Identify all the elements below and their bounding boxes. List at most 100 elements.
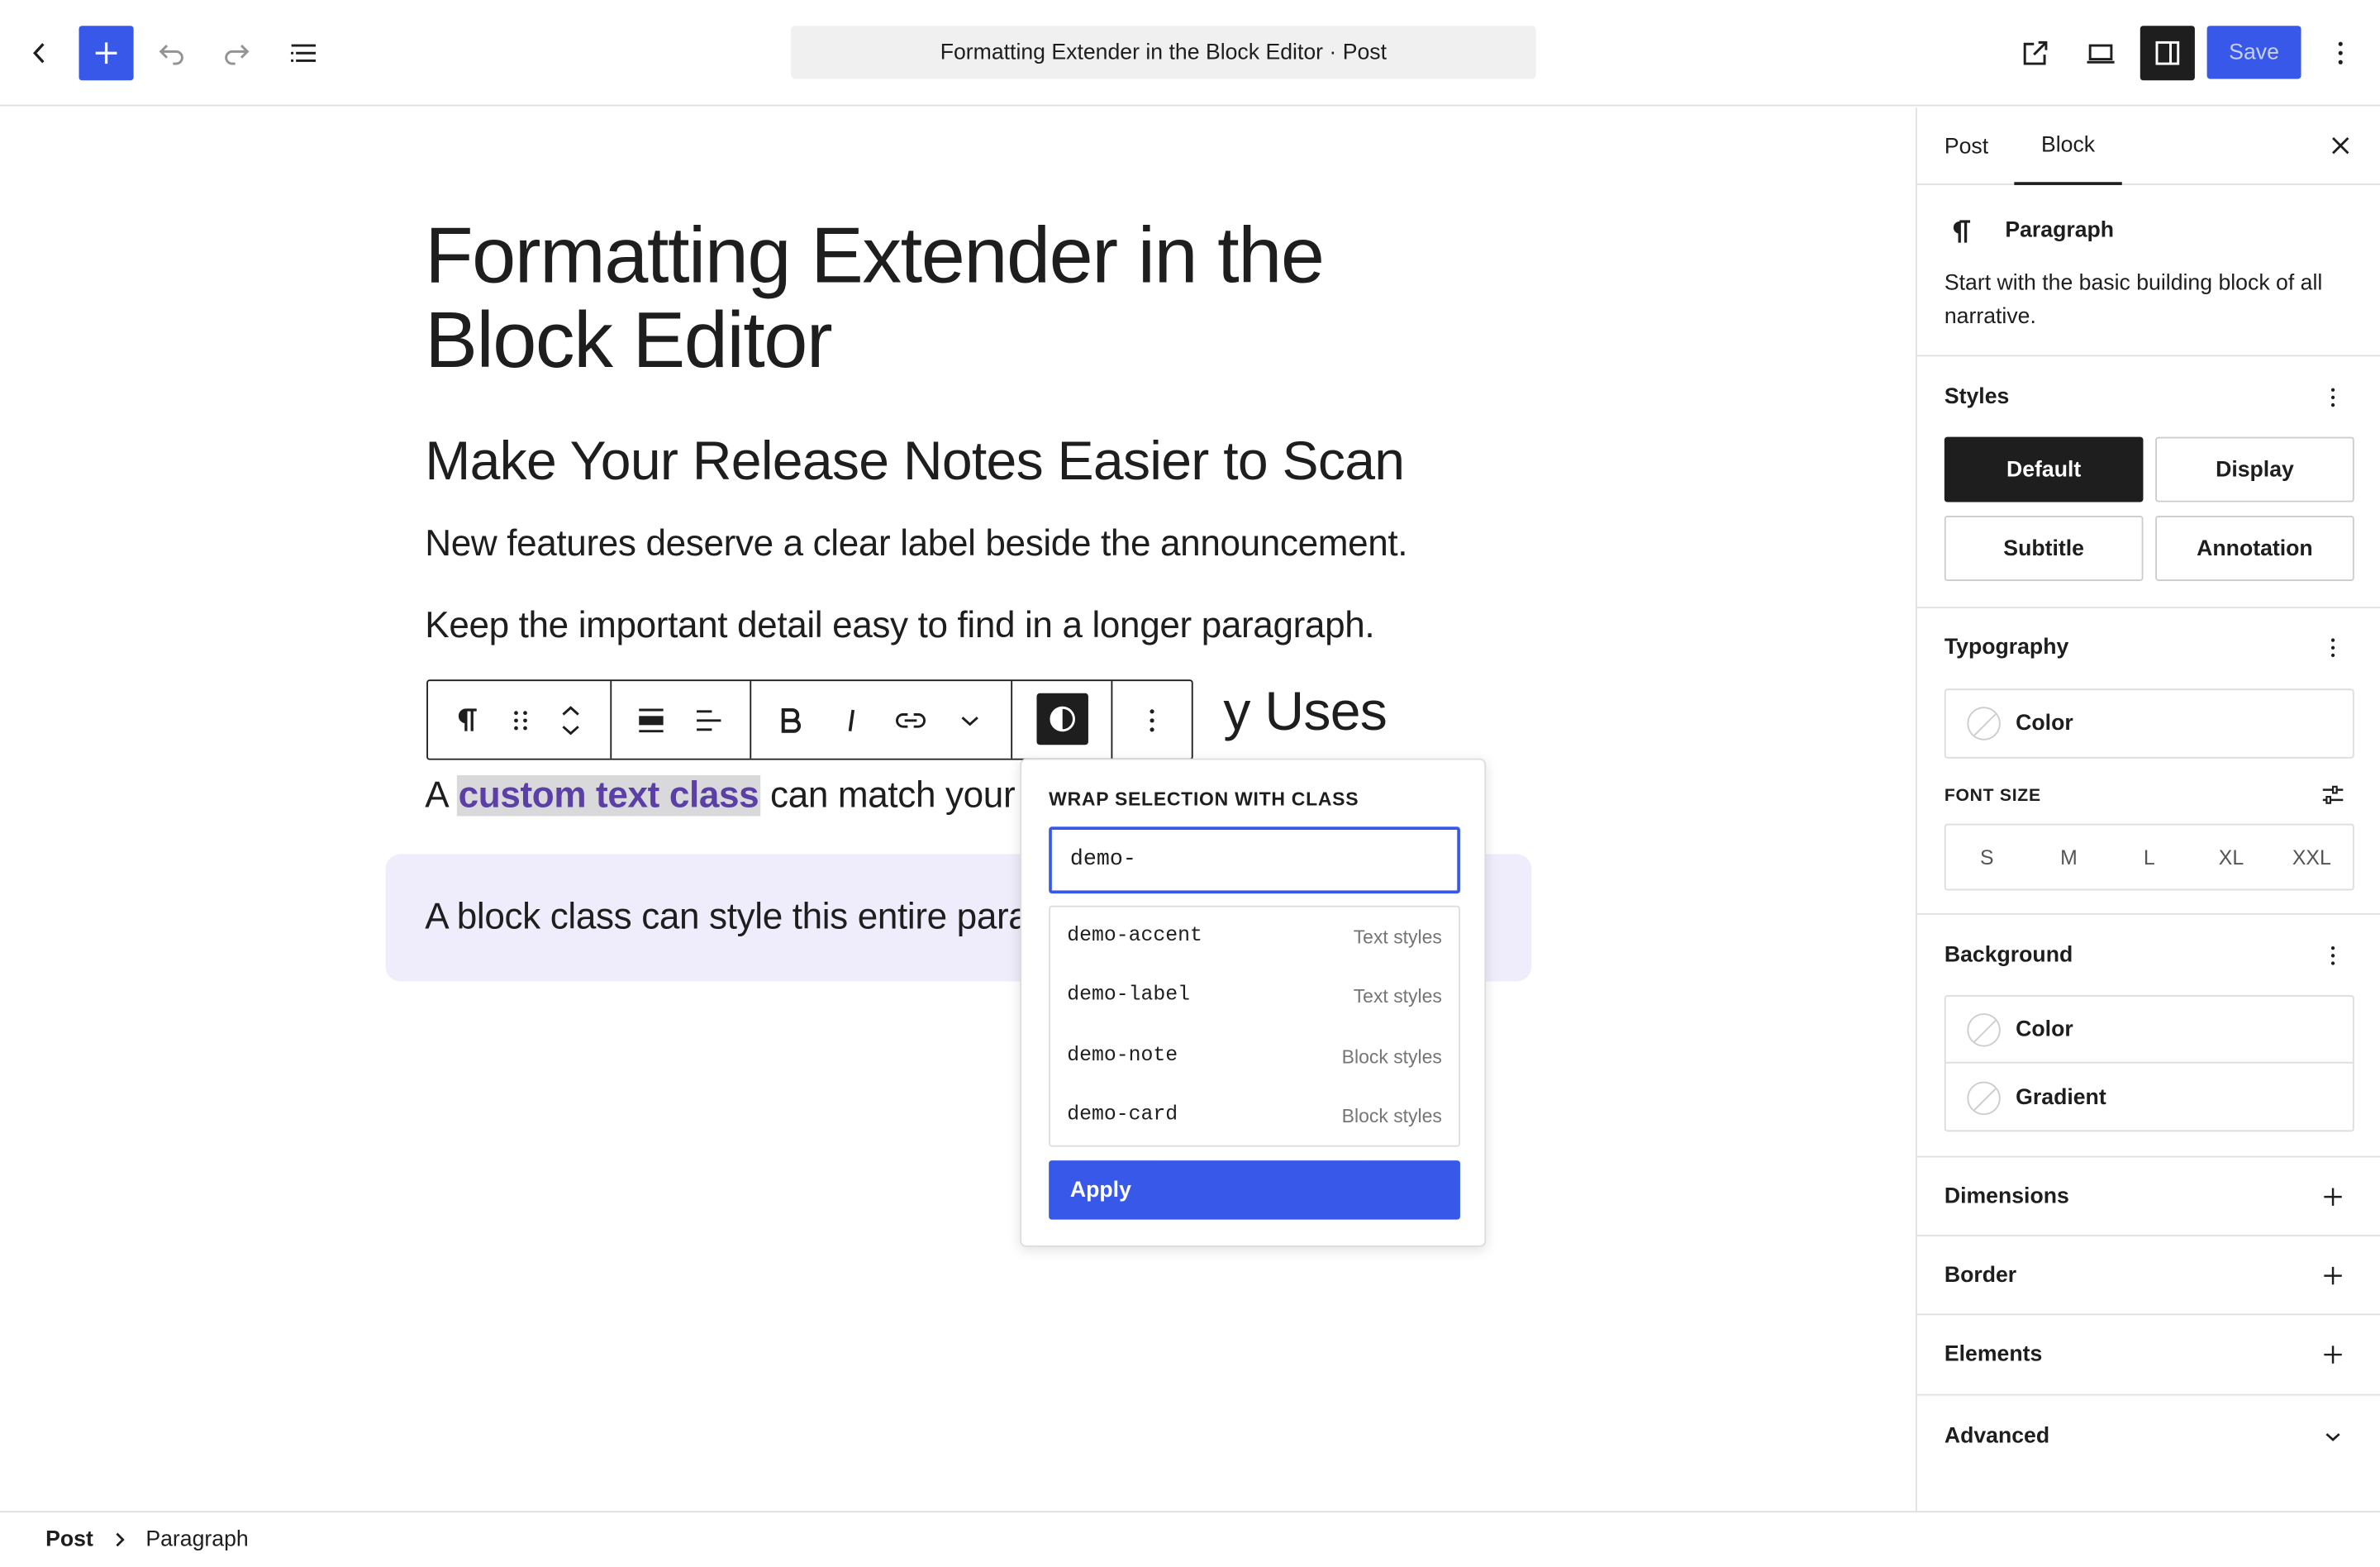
font-size-l[interactable]: L bbox=[2108, 825, 2190, 888]
paragraph-block[interactable]: New features deserve a clear label besid… bbox=[425, 522, 1407, 567]
preview-device-button[interactable] bbox=[2073, 26, 2128, 80]
settings-toggle-button[interactable] bbox=[2140, 26, 2195, 81]
styles-heading: Styles bbox=[1944, 385, 2010, 410]
suggestion-item[interactable]: demo-label Text styles bbox=[1050, 966, 1459, 1026]
paragraph-block[interactable]: Keep the important detail easy to find i… bbox=[425, 604, 1374, 650]
link-button[interactable] bbox=[891, 701, 931, 741]
suggestion-category: Text styles bbox=[1353, 985, 1442, 1007]
more-vertical-icon bbox=[2338, 41, 2343, 64]
text-align-button[interactable] bbox=[689, 701, 729, 741]
style-annotation-button[interactable]: Annotation bbox=[2155, 516, 2354, 581]
font-size-m[interactable]: M bbox=[2028, 825, 2110, 888]
more-vertical-icon bbox=[2330, 638, 2335, 658]
styles-options-button[interactable] bbox=[2318, 383, 2349, 413]
breadcrumb-post[interactable]: Post bbox=[45, 1527, 93, 1551]
editor-header: Formatting Extender in the Block Editor … bbox=[0, 0, 2380, 107]
style-default-button[interactable]: Default bbox=[1944, 436, 2144, 502]
advanced-heading: Advanced bbox=[1944, 1424, 2050, 1449]
options-menu-button[interactable] bbox=[2313, 26, 2368, 80]
block-options-button[interactable] bbox=[1132, 701, 1172, 741]
block-align-button[interactable] bbox=[631, 701, 671, 741]
redo-button[interactable] bbox=[209, 26, 264, 80]
link-icon bbox=[896, 713, 926, 728]
suggestion-category: Block styles bbox=[1341, 1045, 1442, 1068]
more-formatting-button[interactable] bbox=[950, 701, 990, 741]
align-left-icon bbox=[697, 710, 721, 731]
text-color-label: Color bbox=[2016, 711, 2073, 736]
background-options-button[interactable] bbox=[2318, 941, 2349, 971]
block-name: Paragraph bbox=[2005, 218, 2115, 243]
heading-block[interactable]: Make Your Release Notes Easier to Scan bbox=[425, 429, 1405, 493]
view-post-button[interactable] bbox=[2008, 26, 2063, 80]
sidebar-tabs: Post Block bbox=[1916, 107, 2380, 185]
elements-panel[interactable]: Elements bbox=[1916, 1315, 2380, 1396]
undo-button[interactable] bbox=[144, 26, 198, 80]
block-description: Start with the basic building block of a… bbox=[1944, 271, 2323, 330]
save-button[interactable]: Save bbox=[2206, 26, 2301, 79]
heading-text: y Uses bbox=[1223, 679, 1388, 742]
style-display-button[interactable]: Display bbox=[2155, 436, 2354, 502]
drag-handle[interactable] bbox=[501, 701, 540, 741]
more-vertical-icon bbox=[2330, 946, 2335, 965]
style-subtitle-button[interactable]: Subtitle bbox=[1944, 516, 2144, 581]
close-icon bbox=[2332, 137, 2349, 155]
toolbar-separator bbox=[610, 681, 612, 759]
more-vertical-icon bbox=[1150, 709, 1154, 732]
document-overview-button[interactable] bbox=[276, 26, 331, 80]
document-title-bar[interactable]: Formatting Extender in the Block Editor … bbox=[790, 26, 1536, 79]
suggestion-category: Text styles bbox=[1353, 926, 1442, 948]
add-block-button[interactable] bbox=[79, 26, 134, 81]
editor-app: Formatting Extender in the Block Editor … bbox=[0, 0, 2380, 1567]
border-add-button[interactable] bbox=[2318, 1260, 2349, 1291]
tab-block[interactable]: Block bbox=[2014, 107, 2122, 185]
dimensions-panel[interactable]: Dimensions bbox=[1916, 1157, 2380, 1236]
font-size-xxl[interactable]: XXL bbox=[2271, 825, 2353, 888]
color-swatch bbox=[1967, 707, 2001, 741]
suggestion-name: demo-accent bbox=[1067, 925, 1202, 949]
dimensions-add-button[interactable] bbox=[2318, 1182, 2349, 1212]
elements-heading: Elements bbox=[1944, 1342, 2043, 1367]
undo-icon bbox=[159, 45, 183, 65]
gradient-swatch bbox=[1967, 1081, 2001, 1116]
font-size-s[interactable]: S bbox=[1946, 825, 2028, 888]
suggestion-item[interactable]: demo-card Block styles bbox=[1050, 1086, 1459, 1145]
close-sidebar-button[interactable] bbox=[2324, 129, 2357, 162]
tab-post[interactable]: Post bbox=[1944, 107, 1988, 185]
suggestion-item[interactable]: demo-note Block styles bbox=[1050, 1027, 1459, 1087]
border-panel[interactable]: Border bbox=[1916, 1236, 2380, 1316]
post-title[interactable]: Formatting Extender in the Block Editor bbox=[425, 214, 1488, 384]
typography-options-button[interactable] bbox=[2318, 632, 2349, 663]
popover-title: WRAP SELECTION WITH CLASS bbox=[1049, 788, 1359, 811]
background-gradient-button[interactable]: Gradient bbox=[1946, 1065, 2353, 1131]
paragraph-text: A bbox=[425, 774, 457, 817]
advanced-panel[interactable]: Advanced bbox=[1917, 1396, 2380, 1479]
block-type-button[interactable] bbox=[450, 701, 489, 741]
font-size-custom-button[interactable] bbox=[2318, 779, 2349, 810]
font-size-label: FONT SIZE bbox=[1944, 787, 2041, 806]
suggestion-item[interactable]: demo-accent Text styles bbox=[1050, 907, 1459, 967]
class-wrapper-button[interactable] bbox=[1036, 693, 1088, 745]
move-up-down-button[interactable] bbox=[551, 701, 591, 741]
advanced-toggle-button[interactable] bbox=[2318, 1422, 2349, 1452]
bold-button[interactable] bbox=[771, 701, 811, 741]
class-input[interactable]: demo- bbox=[1049, 826, 1460, 894]
font-size-xl[interactable]: XL bbox=[2190, 825, 2272, 888]
styles-panel: Styles Default Display Subtitle Annotati… bbox=[1916, 356, 2380, 609]
settings-sidebar: Post Block Paragraph Start with the basi… bbox=[1915, 107, 2380, 1512]
italic-button[interactable] bbox=[832, 701, 872, 741]
background-color-control: Color Gradient bbox=[1944, 995, 2354, 1132]
elements-add-button[interactable] bbox=[2318, 1340, 2349, 1370]
more-vertical-icon bbox=[2330, 388, 2335, 407]
background-color-label: Color bbox=[2016, 1017, 2073, 1042]
class-suggestion-list: demo-accent Text styles demo-label Text … bbox=[1049, 905, 1460, 1147]
text-color-button[interactable]: Color bbox=[1946, 690, 2353, 757]
plus-icon bbox=[2324, 1188, 2342, 1206]
selected-paragraph-block[interactable]: A custom text class can match your s bbox=[425, 774, 1043, 819]
apply-button[interactable]: Apply bbox=[1049, 1160, 1460, 1220]
bold-icon bbox=[781, 707, 802, 733]
back-button[interactable] bbox=[12, 26, 67, 80]
background-color-button[interactable]: Color bbox=[1945, 997, 2353, 1064]
settings-sliders-icon bbox=[2322, 785, 2344, 804]
typography-panel: Typography Color FONT SIZE S M L XL XXL bbox=[1916, 608, 2380, 915]
breadcrumb-paragraph[interactable]: Paragraph bbox=[145, 1527, 248, 1551]
